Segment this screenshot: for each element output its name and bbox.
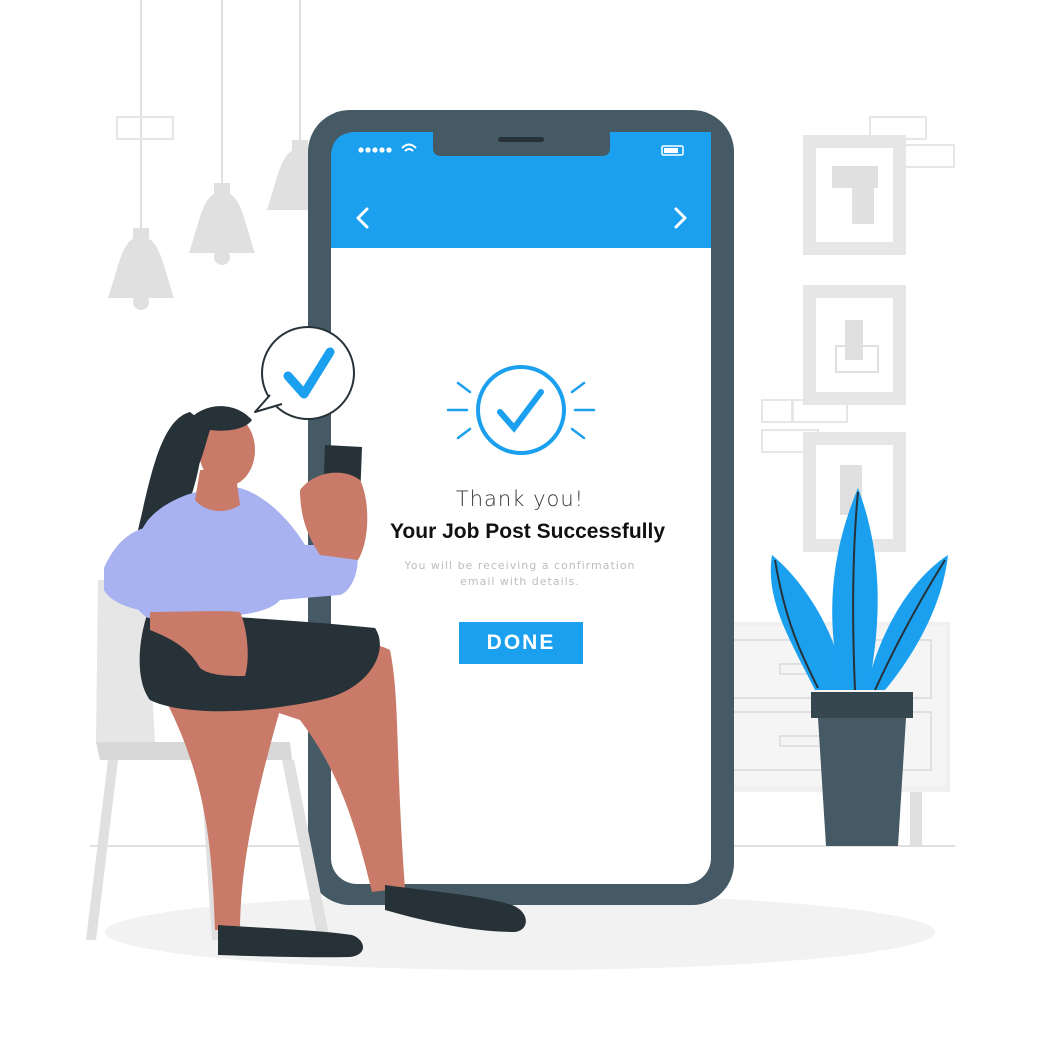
hanging-lamps <box>108 0 333 310</box>
back-button[interactable] <box>345 200 381 236</box>
forward-icon <box>674 207 687 229</box>
success-headline: Your Job Post Successfully <box>389 520 666 543</box>
thank-you-text: Thank you! <box>455 487 585 511</box>
picture-frames <box>803 135 906 552</box>
confirmation-text-line2: email with details. <box>460 575 580 588</box>
forward-button[interactable] <box>662 200 698 236</box>
confirmation-text-line1: You will be receiving a confirmation <box>404 559 636 572</box>
check-bubble-icon <box>254 326 355 420</box>
done-button[interactable]: DONE <box>459 622 583 664</box>
back-icon <box>356 207 369 229</box>
